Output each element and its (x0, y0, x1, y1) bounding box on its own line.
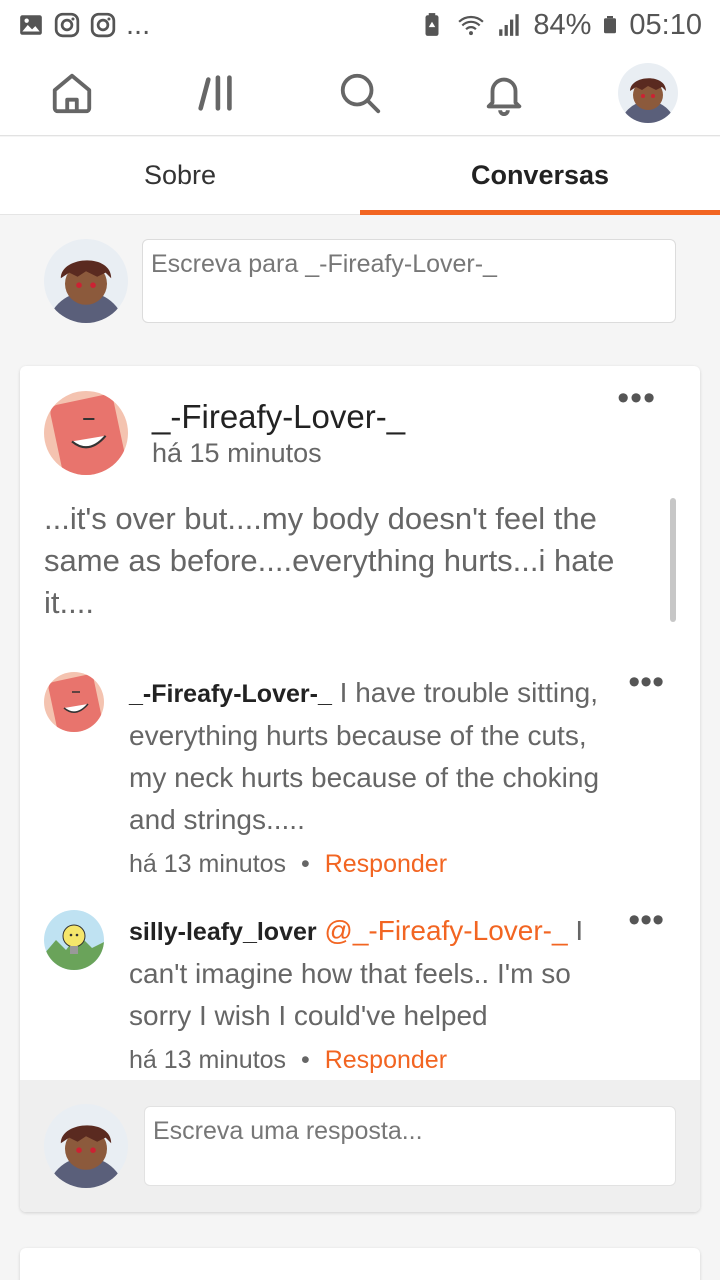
comment-author-avatar[interactable] (44, 672, 104, 732)
post-timestamp: há 15 minutos (152, 437, 322, 468)
search-button[interactable] (320, 53, 400, 133)
notifications-button[interactable] (464, 53, 544, 133)
reply-composer: Escreva uma resposta... (20, 1080, 700, 1212)
comment-timestamp: há 13 minutos (129, 850, 287, 878)
status-bar-right: 84% 05:10 (419, 9, 702, 42)
user-avatar (618, 62, 678, 123)
comment-item: _-Fireafy-Lover-_ I have trouble sitting… (44, 665, 684, 878)
next-conversation-card (20, 1248, 700, 1280)
tab-conversas[interactable]: Conversas (360, 137, 720, 215)
comment-author-name[interactable]: _-Fireafy-Lover-_ (129, 680, 332, 708)
search-icon (340, 73, 381, 113)
comment-content: silly-leafy_lover @_-Fireafy-Lover-_ I c… (129, 910, 609, 1081)
comment-author-name[interactable]: silly-leafy_lover (129, 918, 317, 946)
comment-more-button[interactable]: ••• (628, 665, 664, 699)
profile-tabs: Sobre Conversas (0, 137, 720, 215)
wifi-icon (458, 15, 485, 36)
feed-button[interactable] (176, 53, 256, 133)
bell-icon (486, 77, 522, 116)
post-more-button[interactable]: ••• (617, 381, 656, 415)
scroll-indicator (670, 498, 676, 622)
wall-message-input[interactable]: Escreva para _-Fireafy-Lover-_ (142, 239, 676, 323)
battery-percent: 84% (533, 8, 592, 41)
home-icon (52, 73, 92, 113)
battery-saver-icon (425, 13, 439, 36)
comment-author-avatar[interactable] (44, 910, 104, 970)
clock: 05:10 (629, 8, 702, 41)
feed-icon (198, 74, 232, 111)
instagram-icon (54, 12, 80, 38)
status-bar-left: ... (18, 9, 150, 42)
post-body: ...it's over but....my body doesn't feel… (44, 501, 615, 620)
tab-sobre[interactable]: Sobre (0, 137, 360, 214)
post-header: _-Fireafy-Lover-_ há 15 minutos (44, 390, 684, 476)
battery-icon (604, 16, 617, 34)
conversation-card: _-Fireafy-Lover-_ há 15 minutos ••• ...i… (20, 366, 700, 1212)
comment-meta: há 13 minutos • Responder (129, 843, 609, 885)
reply-input[interactable]: Escreva uma resposta... (144, 1106, 676, 1186)
comment-content: _-Fireafy-Lover-_ I have trouble sitting… (129, 672, 609, 885)
wall-composer: Escreva para _-Fireafy-Lover-_ (0, 216, 720, 346)
comment-item: silly-leafy_lover @_-Fireafy-Lover-_ I c… (44, 903, 684, 1074)
gallery-icon (20, 15, 42, 35)
more-notifications: ... (126, 8, 151, 41)
user-avatar (44, 239, 128, 323)
top-navigation (0, 50, 720, 136)
signal-icon (499, 14, 520, 36)
status-bar: ... 84% 05:10 (0, 0, 720, 50)
post-author-name[interactable]: _-Fireafy-Lover-_ (152, 398, 405, 436)
reply-button[interactable]: Responder (325, 1046, 447, 1074)
profile-button[interactable] (608, 53, 688, 133)
reply-button[interactable]: Responder (325, 850, 447, 878)
user-avatar (44, 1104, 128, 1188)
meta-separator: • (301, 1046, 310, 1074)
comment-mention[interactable]: @_-Fireafy-Lover-_ (324, 915, 567, 946)
author-avatar[interactable] (44, 391, 128, 475)
instagram-icon (90, 12, 116, 38)
meta-separator: • (301, 850, 310, 878)
home-button[interactable] (32, 53, 112, 133)
comment-timestamp: há 13 minutos (129, 1046, 287, 1074)
comment-more-button[interactable]: ••• (628, 903, 664, 937)
comment-meta: há 13 minutos • Responder (129, 1039, 609, 1081)
